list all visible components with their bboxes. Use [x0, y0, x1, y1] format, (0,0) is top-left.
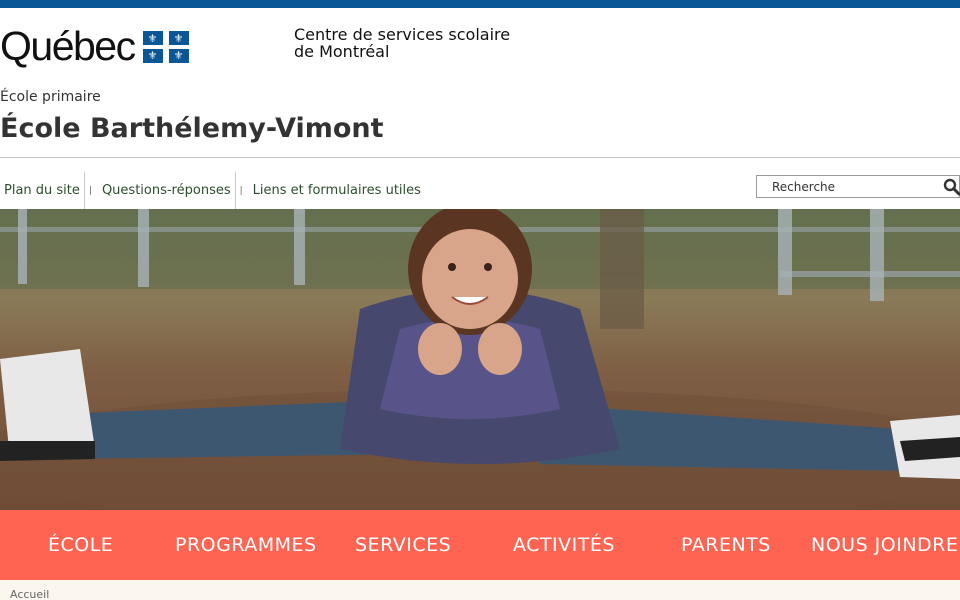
- org-name-line-1: Centre de services scolaire: [294, 25, 511, 44]
- breadcrumb-bar: [0, 580, 960, 600]
- util-separator: |: [234, 172, 249, 209]
- nav-item-activites[interactable]: ACTIVITÉS: [513, 510, 615, 580]
- utility-nav: Plan du site | Questions-réponses | Lien…: [0, 172, 425, 209]
- search-icon[interactable]: [943, 178, 960, 196]
- main-nav: ÉCOLE PROGRAMMES SERVICES ACTIVITÉS PARE…: [0, 510, 960, 580]
- util-separator: |: [83, 172, 98, 209]
- util-link-liens-formulaires[interactable]: Liens et formulaires utiles: [249, 183, 425, 198]
- breadcrumb-home[interactable]: Accueil: [10, 588, 49, 600]
- organization-name: Centre de services scolaire de Montréal: [294, 26, 534, 60]
- nav-item-parents[interactable]: PARENTS: [681, 510, 771, 580]
- school-type: École primaire: [0, 89, 101, 105]
- top-accent-bar: [0, 0, 960, 8]
- util-link-plan-du-site[interactable]: Plan du site: [0, 183, 84, 198]
- nav-item-ecole[interactable]: ÉCOLE: [48, 510, 113, 580]
- fleurdelise-flag-icon: ⚜ ⚜ ⚜ ⚜: [142, 30, 189, 63]
- org-name-line-2: de Montréal: [294, 42, 390, 61]
- nav-item-programmes[interactable]: PROGRAMMES: [175, 510, 317, 580]
- nav-item-services[interactable]: SERVICES: [355, 510, 451, 580]
- search-box: [756, 175, 960, 198]
- nav-item-nous-joindre[interactable]: NOUS JOINDRE: [811, 510, 958, 580]
- hero-image: [0, 209, 960, 510]
- util-link-questions-reponses[interactable]: Questions-réponses: [98, 183, 235, 198]
- logo-wordmark: Québec: [0, 23, 136, 69]
- search-input[interactable]: [757, 176, 937, 197]
- page-title: École Barthélemy-Vimont: [0, 113, 384, 144]
- header-divider: [0, 157, 960, 158]
- quebec-logo[interactable]: Québec ⚜ ⚜ ⚜ ⚜: [0, 26, 189, 67]
